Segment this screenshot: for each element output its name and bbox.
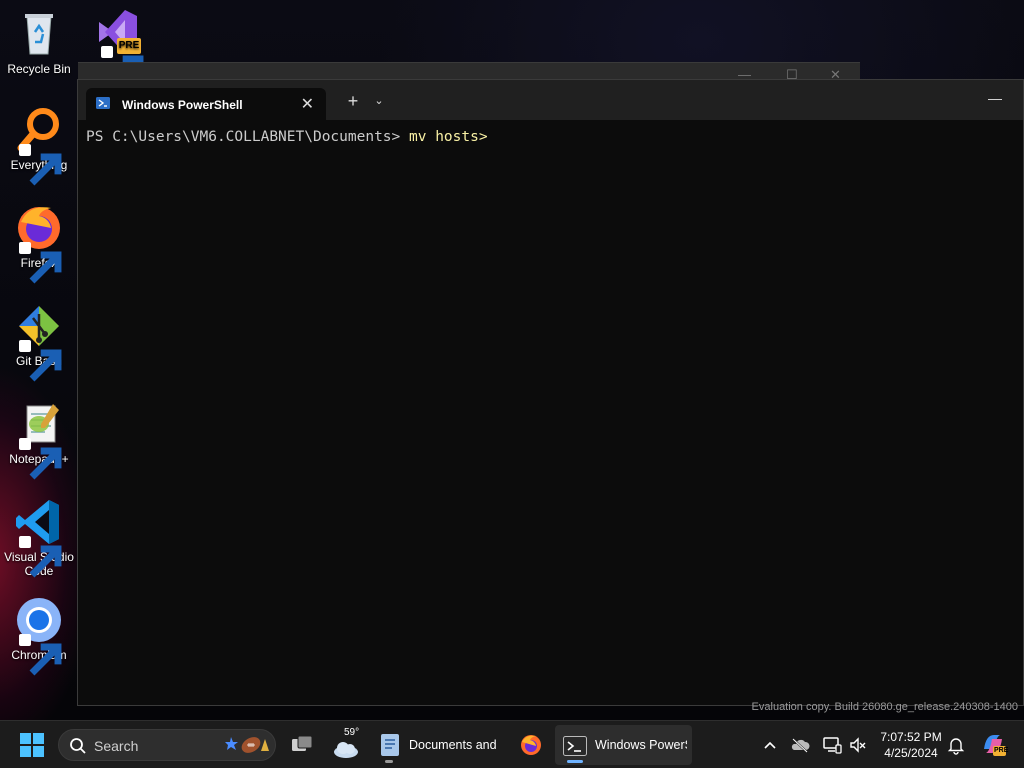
evaluation-watermark: Evaluation copy. Build 26080.ge_release.… [751,701,1018,713]
clock-time: 7:07:52 PM [880,730,942,744]
minimize-button[interactable]: — [983,86,1007,110]
taskbar-app-documents[interactable]: Documents and ' [372,725,506,765]
running-indicator [567,760,583,763]
desktop-icon-everything[interactable]: Everything [0,104,78,186]
system-clock[interactable]: 7:07:52 PM 4/25/2024 [872,729,950,761]
notepad-plus-plus-icon [13,398,65,480]
close-tab-icon[interactable]: ✕ [301,94,314,114]
taskbar-app-label: Documents and ' [409,738,499,752]
notification-bell-icon[interactable] [946,735,966,755]
taskbar-app-windows-powershell[interactable]: Windows PowerS [555,725,692,765]
start-button[interactable] [14,725,50,765]
shortcut-arrow-icon [19,144,62,186]
onedrive-offline-icon[interactable] [790,735,810,755]
task-view-icon [292,735,313,751]
desktop-icon-vscode[interactable]: Visual Studio Code [0,496,78,578]
firefox-icon [13,202,65,284]
taskbar: Search 59° Documents and ' Windows Power… [0,720,1024,768]
weather-cloud-icon [334,742,358,758]
desktop-icon-recycle-bin[interactable]: Recycle Bin [0,8,78,76]
document-viewer-icon [381,734,399,756]
desktop-icon-git-bash[interactable]: Git Bash [0,300,78,382]
desktop-icon-visual-studio-preview[interactable]: PRE [78,6,156,88]
terminal-icon [563,736,587,756]
console-output[interactable]: PS C:\Users\VM6.COLLABNET\Documents> mv … [86,128,1015,697]
firefox-icon [521,735,541,755]
taskbar-search[interactable]: Search [58,729,276,761]
chromium-icon [13,594,65,676]
terminal-tab-bar: Windows PowerShell ✕ + ⌄ — [78,80,1023,120]
console-command: mv hosts> [409,129,488,145]
console-prompt: PS C:\Users\VM6.COLLABNET\Documents> [86,129,410,145]
copilot-preview-badge: PRE [994,747,1009,754]
search-icon [70,738,86,754]
desktop-icon-chromium[interactable]: Chromium [0,594,78,676]
shortcut-arrow-icon [19,340,62,382]
powershell-icon [96,97,110,109]
recycle-bin-icon [13,8,65,60]
network-icon[interactable] [822,735,842,755]
windows-logo-icon [20,733,44,757]
desktop-icon-label: Recycle Bin [7,62,71,76]
show-hidden-icons-chevron-icon[interactable] [760,735,780,755]
visual-studio-icon: PRE [91,6,144,88]
tab-windows-powershell[interactable]: Windows PowerShell ✕ [86,88,326,120]
weather-temperature: 59° [344,727,360,738]
shortcut-arrow-icon [19,242,62,284]
vscode-icon [13,496,65,578]
taskbar-app-label: Windows PowerS [595,738,687,752]
shortcut-arrow-icon [19,438,62,480]
everything-icon [13,104,65,186]
tab-dropdown-chevron-icon[interactable]: ⌄ [368,88,390,114]
terminal-window[interactable]: Windows PowerShell ✕ + ⌄ — PS C:\Users\V… [77,79,1024,706]
shortcut-arrow-icon [101,46,144,88]
copilot-icon[interactable]: PRE [980,731,1009,757]
desktop-icon-notepad-plus-plus[interactable]: Notepad++ [0,398,78,480]
git-bash-icon [13,300,65,382]
desktop: Recycle Bin PRE Everything Firefox Git B… [0,0,1024,720]
search-placeholder: Search [94,738,139,754]
taskbar-app-firefox[interactable] [512,725,550,765]
new-tab-button[interactable]: + [340,88,366,114]
tab-title: Windows PowerShell [122,98,243,112]
shortcut-arrow-icon [19,634,62,676]
running-indicator [385,760,393,763]
shortcut-arrow-icon [19,536,62,578]
task-view-button[interactable] [284,725,320,765]
widgets-weather-button[interactable]: 59° [326,725,366,765]
desktop-icon-firefox[interactable]: Firefox [0,202,78,284]
clock-date: 4/25/2024 [884,746,938,760]
volume-muted-icon[interactable] [848,735,868,755]
search-highlight-icon [225,737,269,753]
